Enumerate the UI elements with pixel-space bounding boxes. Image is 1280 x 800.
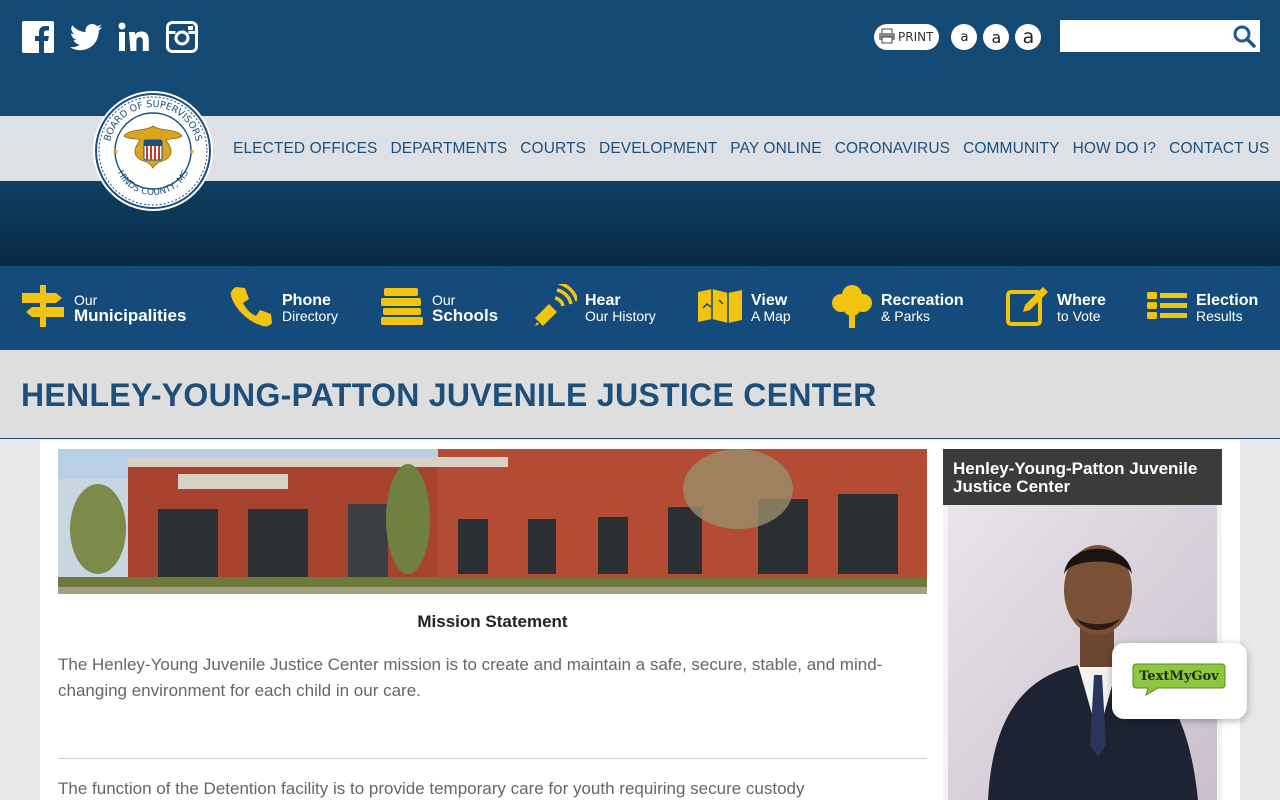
print-label: PRINT (898, 30, 934, 44)
content-divider (58, 758, 927, 759)
quick-link-our-schools[interactable]: Our Schools (380, 266, 498, 350)
font-size-small-button[interactable]: a (951, 24, 978, 50)
nav-community[interactable]: Community (963, 140, 1059, 158)
social-links (22, 20, 198, 54)
nav-coronavirus[interactable]: Coronavirus (835, 140, 950, 158)
sidebar-card: Henley-Young-Patton Juvenile Justice Cen… (943, 449, 1222, 800)
list-icon (1146, 291, 1188, 326)
search-input[interactable] (1060, 20, 1220, 52)
linkedin-icon[interactable] (118, 20, 150, 54)
building-photo (58, 449, 927, 594)
main-nav: Elected Offices Departments Courts Devel… (233, 116, 1269, 181)
quick-links-bar: Our Municipalities Phone Directory Our Scho… (0, 266, 1280, 350)
nav-courts[interactable]: Courts (520, 140, 586, 158)
site-header: PRINT a a a BOARD OF SUPERVISORS HINDS C… (0, 0, 1280, 266)
textmygov-widget[interactable]: TextMyGov (1112, 643, 1247, 719)
nav-elected-offices[interactable]: Elected Offices (233, 140, 377, 158)
nav-development[interactable]: Development (599, 140, 717, 158)
map-icon (697, 288, 743, 329)
svg-text:★: ★ (188, 147, 195, 156)
page-title-band: HENLEY-YOUNG-PATTON JUVENILE JUSTICE CEN… (0, 350, 1280, 439)
county-seal-logo[interactable]: BOARD OF SUPERVISORS HINDS COUNTY, MS ★ … (92, 90, 214, 212)
main-content: Mission Statement The Henley-Young Juven… (40, 440, 1240, 800)
megaphone-icon (533, 280, 579, 333)
printer-icon (878, 28, 896, 47)
books-icon (380, 286, 424, 331)
quick-link-where-to-vote[interactable]: Where to Vote (1005, 266, 1106, 350)
nav-departments[interactable]: Departments (390, 140, 507, 158)
quick-link-election-results[interactable]: Election Results (1146, 266, 1258, 350)
mission-text: The Henley-Young Juvenile Justice Center… (58, 655, 883, 700)
quick-link-view-map[interactable]: View A Map (697, 266, 791, 350)
font-size-medium-button[interactable]: a (983, 24, 1010, 50)
textmygov-label: TextMyGov (1139, 669, 1219, 684)
facebook-icon[interactable] (22, 20, 54, 54)
nav-how-do-i[interactable]: How Do I? (1073, 140, 1157, 158)
search-box (1060, 20, 1260, 52)
edit-icon (1005, 284, 1049, 333)
signpost-icon (20, 283, 66, 334)
mission-heading: Mission Statement (417, 612, 568, 631)
page-title: HENLEY-YOUNG-PATTON JUVENILE JUSTICE CEN… (21, 377, 877, 413)
function-text: The function of the Detention facility i… (58, 779, 805, 798)
nav-contact-us[interactable]: Contact Us (1169, 140, 1269, 158)
phone-icon (228, 283, 274, 334)
search-icon[interactable] (1232, 24, 1256, 53)
quick-link-recreation-parks[interactable]: Recreation & Parks (831, 266, 964, 350)
font-size-large-button[interactable]: a (1015, 24, 1042, 50)
quick-link-our-history[interactable]: Hear Our History (533, 266, 656, 350)
quick-link-municipalities[interactable]: Our Municipalities (20, 266, 186, 350)
quick-link-phone-directory[interactable]: Phone Directory (228, 266, 338, 350)
instagram-icon[interactable] (166, 20, 198, 54)
print-button[interactable]: PRINT (874, 24, 940, 50)
page-tools: PRINT a a a (874, 24, 1042, 50)
twitter-icon[interactable] (70, 20, 102, 54)
tree-icon (831, 283, 873, 334)
svg-text:★: ★ (112, 147, 119, 156)
nav-pay-online[interactable]: Pay Online (730, 140, 821, 158)
sidebar-title: Henley-Young-Patton Juvenile Justice Cen… (943, 449, 1222, 505)
